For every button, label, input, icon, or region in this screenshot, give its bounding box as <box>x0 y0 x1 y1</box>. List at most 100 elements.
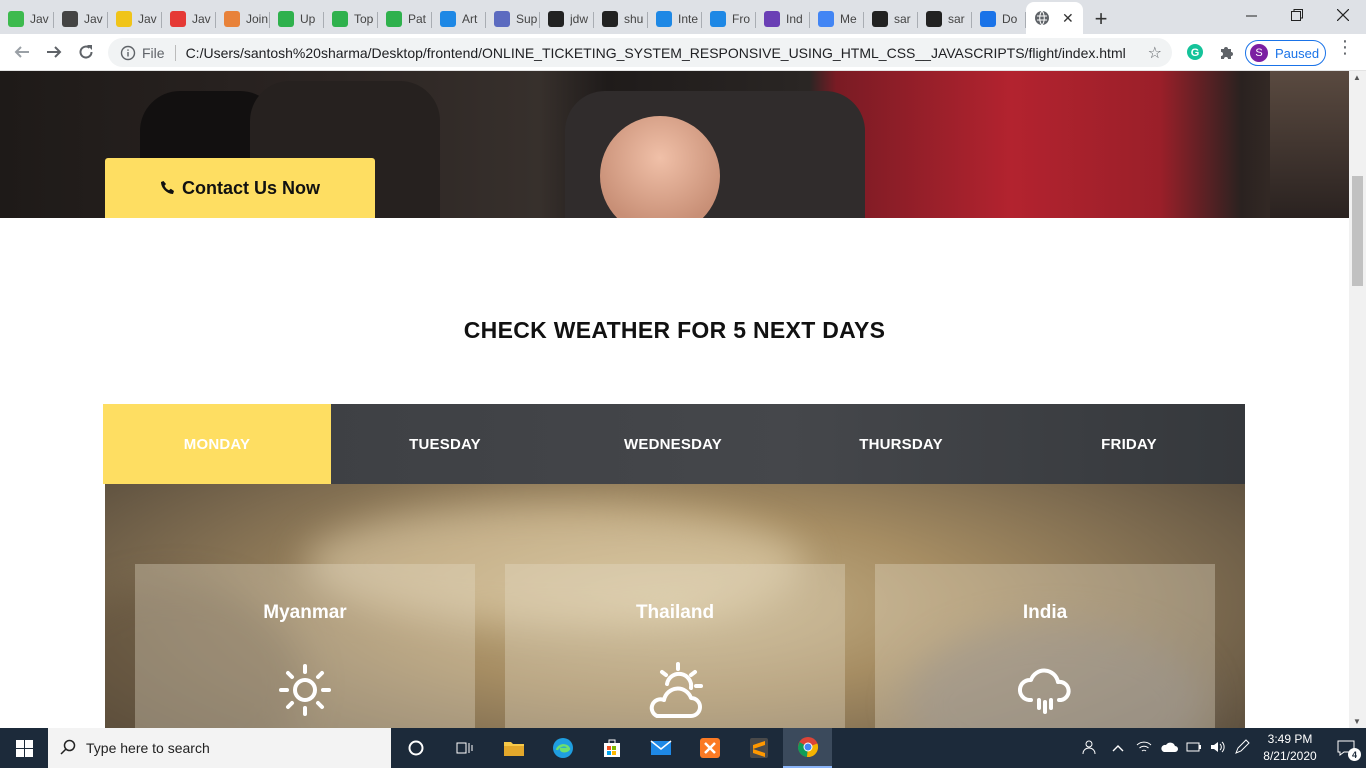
taskbar-search-box[interactable]: Type here to search <box>48 728 391 768</box>
tab-active[interactable]: ✕ <box>1026 2 1083 34</box>
github-icon <box>548 11 564 27</box>
contact-us-button[interactable]: Contact Us Now <box>105 158 375 218</box>
phone-icon <box>160 180 176 196</box>
browser-tab[interactable]: sar <box>918 4 972 34</box>
tab-label: Jav <box>138 12 157 26</box>
browser-tab[interactable]: sar <box>864 4 918 34</box>
new-tab-button[interactable]: + <box>1083 4 1119 34</box>
avatar: S <box>1250 44 1268 62</box>
clock-date: 8/21/2020 <box>1263 749 1317 763</box>
page-scrollbar[interactable]: ▲ ▼ <box>1349 71 1366 728</box>
search-icon <box>60 739 76 758</box>
browser-tab[interactable]: shu <box>594 4 648 34</box>
browser-tab[interactable]: Do <box>972 4 1026 34</box>
weather-panel: Myanmar Thailand India <box>105 484 1245 728</box>
browser-tab[interactable]: Ind <box>756 4 810 34</box>
restore-button[interactable] <box>1274 0 1320 30</box>
browser-tab-strip: Jav Jav Jav Jav Join Up Top Pat Art Sup jdw shu Inte… <box>0 0 1366 34</box>
play-icon <box>332 11 348 27</box>
browser-tab[interactable]: Fro <box>702 4 756 34</box>
people-icon[interactable] <box>1082 739 1098 758</box>
action-center-icon[interactable]: 4 <box>1326 728 1366 768</box>
tab-label: shu <box>624 12 644 26</box>
edge-browser-icon[interactable] <box>538 728 587 768</box>
wifi-icon[interactable] <box>1136 740 1152 757</box>
task-view-icon[interactable] <box>440 728 489 768</box>
battery-plug-icon[interactable] <box>1186 741 1202 756</box>
browser-tab[interactable]: Me <box>810 4 864 34</box>
extensions-puzzle-icon[interactable] <box>1217 42 1237 62</box>
tab-label: sar <box>948 12 965 26</box>
url-text[interactable]: C:/Users/santosh%20sharma/Desktop/fronte… <box>186 45 1126 61</box>
tab-friday[interactable]: FRIDAY <box>1015 404 1243 484</box>
is-logo-icon <box>440 11 456 27</box>
tab-label: Me <box>840 12 857 26</box>
system-tray: 3:49 PM 8/21/2020 4 <box>1082 728 1366 768</box>
browser-tab[interactable]: Pat <box>378 4 432 34</box>
close-window-button[interactable] <box>1320 0 1366 30</box>
browser-tab[interactable]: Up <box>270 4 324 34</box>
bookmark-star-icon[interactable]: ☆ <box>1148 43 1162 63</box>
tab-tuesday[interactable]: TUESDAY <box>331 404 559 484</box>
sublime-text-icon[interactable] <box>734 728 783 768</box>
tab-monday[interactable]: MONDAY <box>103 404 331 484</box>
svg-text:G: G <box>1191 47 1200 59</box>
browser-tab[interactable]: Jav <box>54 4 108 34</box>
chrome-icon[interactable] <box>783 728 832 768</box>
tab-wednesday[interactable]: WEDNESDAY <box>559 404 787 484</box>
minimize-button[interactable] <box>1228 0 1274 30</box>
tab-label: Join <box>246 12 268 26</box>
tab-label: Ind <box>786 12 803 26</box>
xampp-icon[interactable] <box>685 728 734 768</box>
reload-button[interactable] <box>70 36 102 68</box>
onedrive-cloud-icon[interactable] <box>1160 741 1178 756</box>
browser-tab[interactable]: Inte <box>648 4 702 34</box>
google-icon <box>818 11 834 27</box>
th-logo-icon <box>224 11 240 27</box>
address-bar[interactable]: File C:/Users/santosh%20sharma/Desktop/f… <box>108 38 1172 67</box>
wave-icon <box>494 11 510 27</box>
browser-tab[interactable]: jdw <box>540 4 594 34</box>
browser-tab[interactable]: Join <box>216 4 270 34</box>
city-name: Myanmar <box>263 602 347 623</box>
volume-icon[interactable] <box>1210 740 1226 757</box>
store-icon[interactable] <box>587 728 636 768</box>
pen-workspace-icon[interactable] <box>1234 738 1250 758</box>
start-button[interactable] <box>0 728 48 768</box>
tab-label: Jav <box>84 12 103 26</box>
scrollbar-thumb[interactable] <box>1352 176 1363 286</box>
tab-thursday[interactable]: THURSDAY <box>787 404 1015 484</box>
is-logo-icon <box>710 11 726 27</box>
browser-menu-icon[interactable]: ⋮ <box>1336 38 1354 56</box>
mail-icon[interactable] <box>636 728 685 768</box>
browser-tab[interactable]: Top <box>324 4 378 34</box>
sun-icon <box>275 660 335 720</box>
info-icon[interactable] <box>114 45 142 61</box>
scroll-down-icon[interactable]: ▼ <box>1353 717 1361 726</box>
download-icon <box>980 11 996 27</box>
tab-label: Art <box>462 12 478 26</box>
back-button[interactable] <box>6 36 38 68</box>
tab-label: Jav <box>192 12 211 26</box>
tabs-container: Jav Jav Jav Jav Join Up Top Pat Art Sup jdw shu Inte… <box>0 0 1026 34</box>
browser-tab[interactable]: Sup <box>486 4 540 34</box>
tab-label: sar <box>894 12 911 26</box>
grammarly-icon[interactable]: G <box>1185 42 1205 62</box>
tab-label: Jav <box>30 12 49 26</box>
profile-paused-button[interactable]: S Paused <box>1245 40 1326 66</box>
show-hidden-icons-chevron-icon[interactable] <box>1112 741 1124 755</box>
notification-count-badge: 4 <box>1348 748 1361 761</box>
cortana-icon[interactable] <box>391 728 440 768</box>
hero-image: Contact Us Now <box>0 71 1349 218</box>
browser-tab[interactable]: Jav <box>108 4 162 34</box>
taskbar-clock[interactable]: 3:49 PM 8/21/2020 <box>1260 731 1320 765</box>
file-explorer-icon[interactable] <box>489 728 538 768</box>
close-tab-icon[interactable]: ✕ <box>1062 10 1074 27</box>
tab-label: Inte <box>678 12 699 26</box>
github-icon <box>926 11 942 27</box>
scroll-up-icon[interactable]: ▲ <box>1353 73 1361 82</box>
browser-tab[interactable]: Jav <box>162 4 216 34</box>
forward-button[interactable] <box>38 36 70 68</box>
browser-tab[interactable]: Art <box>432 4 486 34</box>
browser-tab[interactable]: Jav <box>0 4 54 34</box>
